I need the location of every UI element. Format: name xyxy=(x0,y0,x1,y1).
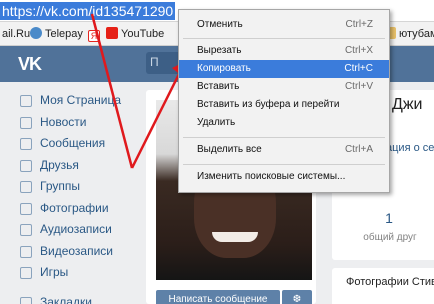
menu-item-undo[interactable]: Отменить Ctrl+Z xyxy=(179,16,389,34)
messages-icon xyxy=(20,138,32,150)
profile-name: Джи xyxy=(392,96,423,113)
gift-button[interactable]: ❆ xyxy=(282,290,312,304)
menu-separator xyxy=(183,38,385,39)
sidebar-item-photos[interactable]: Фотографии xyxy=(0,198,140,220)
mutual-friends-label: общий друг xyxy=(363,232,417,243)
screenshot-stage: https://vk.com/id135471290 ail.Ru Telepa… xyxy=(0,0,434,304)
write-message-button[interactable]: Написать сообщение xyxy=(156,290,280,304)
mutual-friends-count[interactable]: 1 xyxy=(374,210,404,226)
sidebar-item-label: Закладки xyxy=(40,294,92,304)
bookmark-folder-label: ютубам xyxy=(399,28,434,40)
bookmark-yandex[interactable]: Я xyxy=(88,26,103,42)
search-placeholder: П xyxy=(150,55,159,69)
bookmark-youtube-label: YouTube xyxy=(121,28,165,40)
menu-item-select-all[interactable]: Выделить все Ctrl+A xyxy=(179,141,389,159)
sidebar-item-news[interactable]: Новости xyxy=(0,112,140,134)
gift-icon: ❆ xyxy=(292,294,302,304)
sidebar-item-label: Моя Страница xyxy=(40,93,122,107)
sidebar-item-groups[interactable]: Группы xyxy=(0,176,140,198)
sidebar-item-audio[interactable]: Аудиозаписи xyxy=(0,219,140,241)
sidebar-item-label: Игры xyxy=(40,265,69,279)
home-icon xyxy=(20,95,32,107)
yandex-icon: Я xyxy=(88,30,100,42)
menu-item-paste-and-go[interactable]: Вставить из буфера и перейти xyxy=(179,96,389,114)
menu-item-copy[interactable]: Копировать Ctrl+C xyxy=(179,60,389,78)
sidebar-item-bookmarks[interactable]: Закладки xyxy=(0,292,140,304)
profile-details-link[interactable]: ация о себе xyxy=(386,142,434,154)
vk-logo[interactable]: VK xyxy=(18,54,42,75)
bookmark-telepay-label: Telepay xyxy=(45,28,83,40)
sidebar-item-label: Группы xyxy=(40,179,80,193)
sidebar-item-label: Сообщения xyxy=(40,136,106,150)
bookmark-folder[interactable]: ютубам xyxy=(384,26,434,42)
bookmark-youtube[interactable]: YouTube xyxy=(106,26,164,42)
audio-icon xyxy=(20,224,32,236)
sidebar-item-label: Новости xyxy=(40,114,87,129)
bookmark-mail[interactable]: ail.Ru xyxy=(2,26,30,42)
news-icon xyxy=(20,116,32,129)
sidebar-item-label: Фотографии xyxy=(40,200,109,215)
context-menu: Отменить Ctrl+Z Вырезать Ctrl+X Копирова… xyxy=(178,9,390,193)
video-icon xyxy=(20,245,32,258)
bookmark-mail-label: ail.Ru xyxy=(2,28,31,40)
menu-item-paste[interactable]: Вставить Ctrl+V xyxy=(179,78,389,96)
sidebar-item-label: Друзья xyxy=(40,157,79,172)
menu-item-edit-search-engines[interactable]: Изменить поисковые системы... xyxy=(179,168,389,186)
menu-item-cut[interactable]: Вырезать Ctrl+X xyxy=(179,42,389,60)
menu-separator xyxy=(183,137,385,138)
menu-separator xyxy=(183,164,385,165)
telepay-icon xyxy=(30,27,42,39)
bookmark-telepay[interactable]: Telepay xyxy=(30,26,83,42)
photos-icon xyxy=(20,202,32,215)
youtube-icon xyxy=(106,27,118,39)
sidebar-item-label: Видеозаписи xyxy=(40,243,114,258)
sidebar-item-video[interactable]: Видеозаписи xyxy=(0,241,140,263)
games-icon xyxy=(20,267,32,279)
left-sidebar: Моя Страница Новости Сообщения Друзья Гр… xyxy=(0,90,140,304)
sidebar-item-games[interactable]: Игры xyxy=(0,262,140,284)
sidebar-item-messages[interactable]: Сообщения xyxy=(0,133,140,155)
url-text[interactable]: https://vk.com/id135471290 xyxy=(0,2,176,20)
bookmarks-icon xyxy=(20,296,32,304)
groups-icon xyxy=(20,181,32,193)
sidebar-item-label: Аудиозаписи xyxy=(40,222,112,236)
menu-item-delete[interactable]: Удалить xyxy=(179,114,389,132)
sidebar-item-friends[interactable]: Друзья xyxy=(0,155,140,177)
sidebar-item-my-page[interactable]: Моя Страница xyxy=(0,90,140,112)
profile-photo-smile xyxy=(212,232,258,242)
friends-icon xyxy=(20,159,32,172)
photos-section-title[interactable]: Фотографии Стиви xyxy=(346,276,434,288)
